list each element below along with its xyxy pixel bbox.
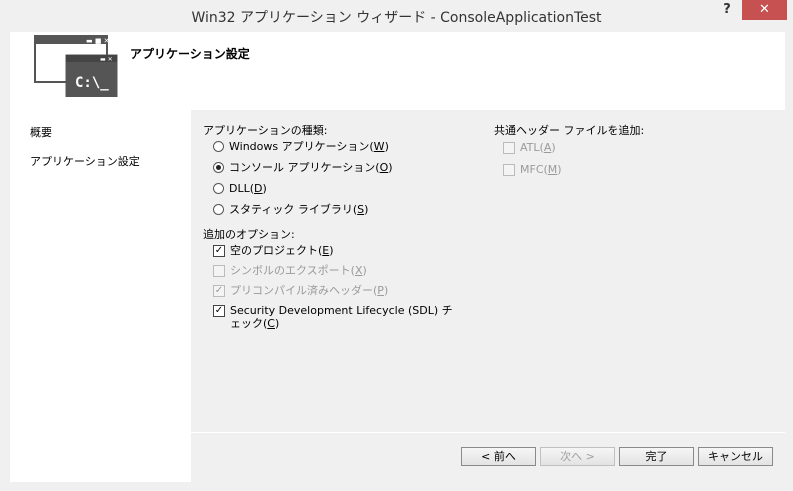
check-export-symbols-label: シンボルのエクスポート(X) xyxy=(230,264,367,277)
radio-windows-app-label: Windows アプリケーション(W) xyxy=(229,140,389,153)
radio-dll[interactable]: DLL(D) xyxy=(213,182,267,200)
title-bar[interactable]: Win32 アプリケーション ウィザード - ConsoleApplicatio… xyxy=(0,0,793,32)
next-button: 次へ > xyxy=(540,447,615,466)
radio-console-app[interactable]: コンソール アプリケーション(O) xyxy=(213,161,393,179)
app-type-label: アプリケーションの種類: xyxy=(203,124,328,137)
radio-console-app-indicator[interactable] xyxy=(213,162,224,173)
check-mfc-label: MFC(M) xyxy=(520,163,562,176)
cancel-button[interactable]: キャンセル xyxy=(698,447,773,466)
nav-item-overview[interactable]: 概要 xyxy=(30,124,52,140)
button-bar: < 前へ 次へ > 完了 キャンセル xyxy=(191,433,785,482)
close-icon: ✕ xyxy=(759,2,770,17)
radio-static-lib-label: スタティック ライブラリ(S) xyxy=(229,203,369,216)
window-title: Win32 アプリケーション ウィザード - ConsoleApplicatio… xyxy=(191,10,602,26)
check-empty-project[interactable]: ✓ 空のプロジェクト(E) xyxy=(213,244,334,262)
radio-static-lib-indicator[interactable] xyxy=(213,204,224,215)
check-mfc-box xyxy=(503,164,515,176)
check-sdl-label: Security Development Lifecycle (SDL) チェッ… xyxy=(230,304,453,330)
radio-console-app-label: コンソール アプリケーション(O) xyxy=(229,161,393,174)
page-title: アプリケーション設定 xyxy=(130,47,250,61)
check-export-symbols: シンボルのエクスポート(X) xyxy=(213,264,367,282)
check-sdl-box[interactable]: ✓ xyxy=(213,305,225,317)
help-button[interactable]: ? xyxy=(716,2,738,22)
finish-button[interactable]: 完了 xyxy=(619,447,694,466)
radio-dll-label: DLL(D) xyxy=(229,182,267,195)
check-atl-label: ATL(A) xyxy=(520,141,556,154)
radio-static-lib[interactable]: スタティック ライブラリ(S) xyxy=(213,203,368,221)
svg-text:▬ ✕: ▬ ✕ xyxy=(100,56,113,63)
check-precompiled-header: ✓ プリコンパイル済みヘッダー(P) xyxy=(213,284,388,302)
check-export-symbols-box xyxy=(213,265,225,277)
check-empty-project-label: 空のプロジェクト(E) xyxy=(230,244,334,257)
common-headers-label: 共通ヘッダー ファイルを追加: xyxy=(494,124,645,137)
check-sdl[interactable]: ✓ Security Development Lifecycle (SDL) チ… xyxy=(213,304,453,334)
check-precompiled-header-label: プリコンパイル済みヘッダー(P) xyxy=(230,284,389,297)
logo-text: C:\_ xyxy=(75,75,109,91)
nav-item-app-settings[interactable]: アプリケーション設定 xyxy=(30,153,140,169)
wizard-window: Win32 アプリケーション ウィザード - ConsoleApplicatio… xyxy=(0,0,793,491)
additional-options-label: 追加のオプション: xyxy=(203,228,295,241)
radio-windows-app[interactable]: Windows アプリケーション(W) xyxy=(213,140,389,158)
wizard-content: 概要 アプリケーション設定 アプリケーションの種類: Windows アプリケー… xyxy=(10,110,785,482)
check-atl: ATL(A) xyxy=(503,141,556,159)
settings-panel: アプリケーションの種類: Windows アプリケーション(W) コンソール ア… xyxy=(191,110,785,432)
check-atl-box xyxy=(503,142,515,154)
svg-text:▬ ■ ✕: ▬ ■ ✕ xyxy=(86,37,110,45)
prev-button[interactable]: < 前へ xyxy=(461,447,536,466)
radio-dll-indicator[interactable] xyxy=(213,183,224,194)
console-app-logo-icon: ▬ ■ ✕ ▬ ✕ C:\_ xyxy=(34,35,118,97)
radio-windows-app-indicator[interactable] xyxy=(213,141,224,152)
check-empty-project-box[interactable]: ✓ xyxy=(213,245,225,257)
close-button[interactable]: ✕ xyxy=(742,0,787,20)
wizard-header: ▬ ■ ✕ ▬ ✕ C:\_ アプリケーション設定 xyxy=(10,32,785,110)
check-precompiled-header-box: ✓ xyxy=(213,285,225,297)
check-mfc: MFC(M) xyxy=(503,163,562,181)
wizard-nav: 概要 アプリケーション設定 xyxy=(10,110,190,482)
